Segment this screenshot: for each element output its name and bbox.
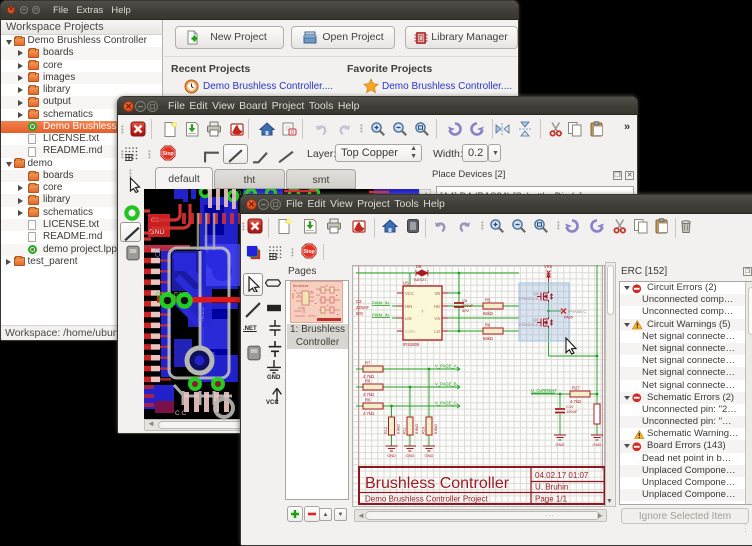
svg-text:LO: LO: [434, 329, 440, 334]
svg-text:GND: GND: [387, 453, 396, 458]
svg-text:R5: R5: [485, 298, 491, 303]
svg-text:6.8kΩ: 6.8kΩ: [415, 424, 419, 434]
svg-text:C2: C2: [155, 248, 162, 257]
svg-text:R27: R27: [572, 386, 580, 391]
svg-text:GND: GND: [149, 229, 165, 236]
svg-text:Demo Brushless Controller Proj: Demo Brushless Controller Project: [365, 495, 488, 504]
svg-text:R9: R9: [365, 398, 371, 403]
svg-text:HO: HO: [434, 304, 441, 309]
svg-text:GND: GND: [425, 453, 434, 458]
svg-text:Q5: Q5: [533, 291, 539, 296]
svg-text:V_PAGE_C: V_PAGE_C: [435, 401, 457, 406]
svg-text:100uF: 100uF: [566, 409, 578, 414]
svg-text:U. Bruhin: U. Bruhin: [535, 483, 568, 492]
svg-text:PHASE C: PHASE C: [568, 309, 586, 314]
svg-text:M13: M13: [199, 307, 206, 321]
svg-text:6.8kΩ: 6.8kΩ: [397, 424, 401, 434]
svg-text:C C: C C: [175, 410, 187, 417]
svg-text:N01: N01: [188, 377, 197, 383]
svg-text:IRS2606: IRS2606: [403, 342, 420, 347]
svg-text:PWM_IN: PWM_IN: [372, 301, 389, 306]
svg-text:50V: 50V: [356, 311, 364, 316]
svg-text:VS5: VS5: [544, 265, 553, 269]
svg-text:U5: U5: [403, 281, 409, 286]
svg-text:4.7kΩ: 4.7kΩ: [363, 392, 374, 397]
svg-text:P06N03LA: P06N03LA: [519, 296, 539, 301]
svg-text:PA05: PA05: [564, 316, 573, 320]
svg-text:VCC: VCC: [405, 291, 414, 296]
svg-text:4.7kΩ: 4.7kΩ: [363, 411, 374, 416]
svg-text:GND: GND: [593, 442, 602, 447]
svg-text:U_CURRENT: U_CURRENT: [531, 388, 557, 393]
svg-text:3: 3: [211, 352, 215, 359]
svg-text:VS: VS: [434, 316, 440, 321]
svg-text:V_PAGE_A: V_PAGE_A: [435, 364, 457, 369]
svg-text:D9: D9: [416, 265, 422, 269]
svg-text:P06N03LA: P06N03LA: [519, 322, 539, 327]
svg-text:R7: R7: [365, 361, 371, 366]
svg-text:GND: GND: [556, 442, 565, 447]
svg-text:220mF: 220mF: [356, 305, 369, 310]
svg-text:R11: R11: [403, 427, 407, 434]
svg-text:C3: C3: [356, 299, 362, 304]
svg-text:Brushless Controller: Brushless Controller: [365, 475, 510, 492]
svg-text:LIN: LIN: [405, 316, 412, 321]
svg-text:56kΩ: 56kΩ: [483, 311, 493, 316]
svg-text:R12: R12: [384, 427, 388, 434]
svg-text:R8: R8: [365, 379, 371, 384]
svg-text:R10: R10: [422, 427, 426, 434]
svg-text:Q6: Q6: [533, 317, 539, 322]
svg-text:PWM_IN: PWM_IN: [372, 313, 389, 318]
svg-text:04.02.17 01:07: 04.02.17 01:07: [535, 471, 589, 480]
svg-text:COM: COM: [405, 329, 415, 334]
svg-text:Brushless: Brushless: [293, 284, 309, 288]
svg-text:GND GND: GND GND: [156, 292, 189, 299]
svg-text:50V: 50V: [462, 308, 469, 313]
svg-text:VB: VB: [434, 291, 440, 296]
svg-text:GND: GND: [406, 453, 415, 458]
svg-text:R6: R6: [485, 323, 491, 328]
svg-text:6.8kΩ: 6.8kΩ: [434, 424, 438, 434]
svg-text:56kΩ: 56kΩ: [483, 336, 493, 341]
svg-text:BAS21: BAS21: [414, 277, 427, 282]
svg-text:Page 1/1: Page 1/1: [535, 495, 568, 504]
svg-text:N02: N02: [211, 377, 220, 383]
svg-text:V_PAGE_B: V_PAGE_B: [435, 382, 457, 387]
svg-text:HIN: HIN: [405, 304, 412, 309]
